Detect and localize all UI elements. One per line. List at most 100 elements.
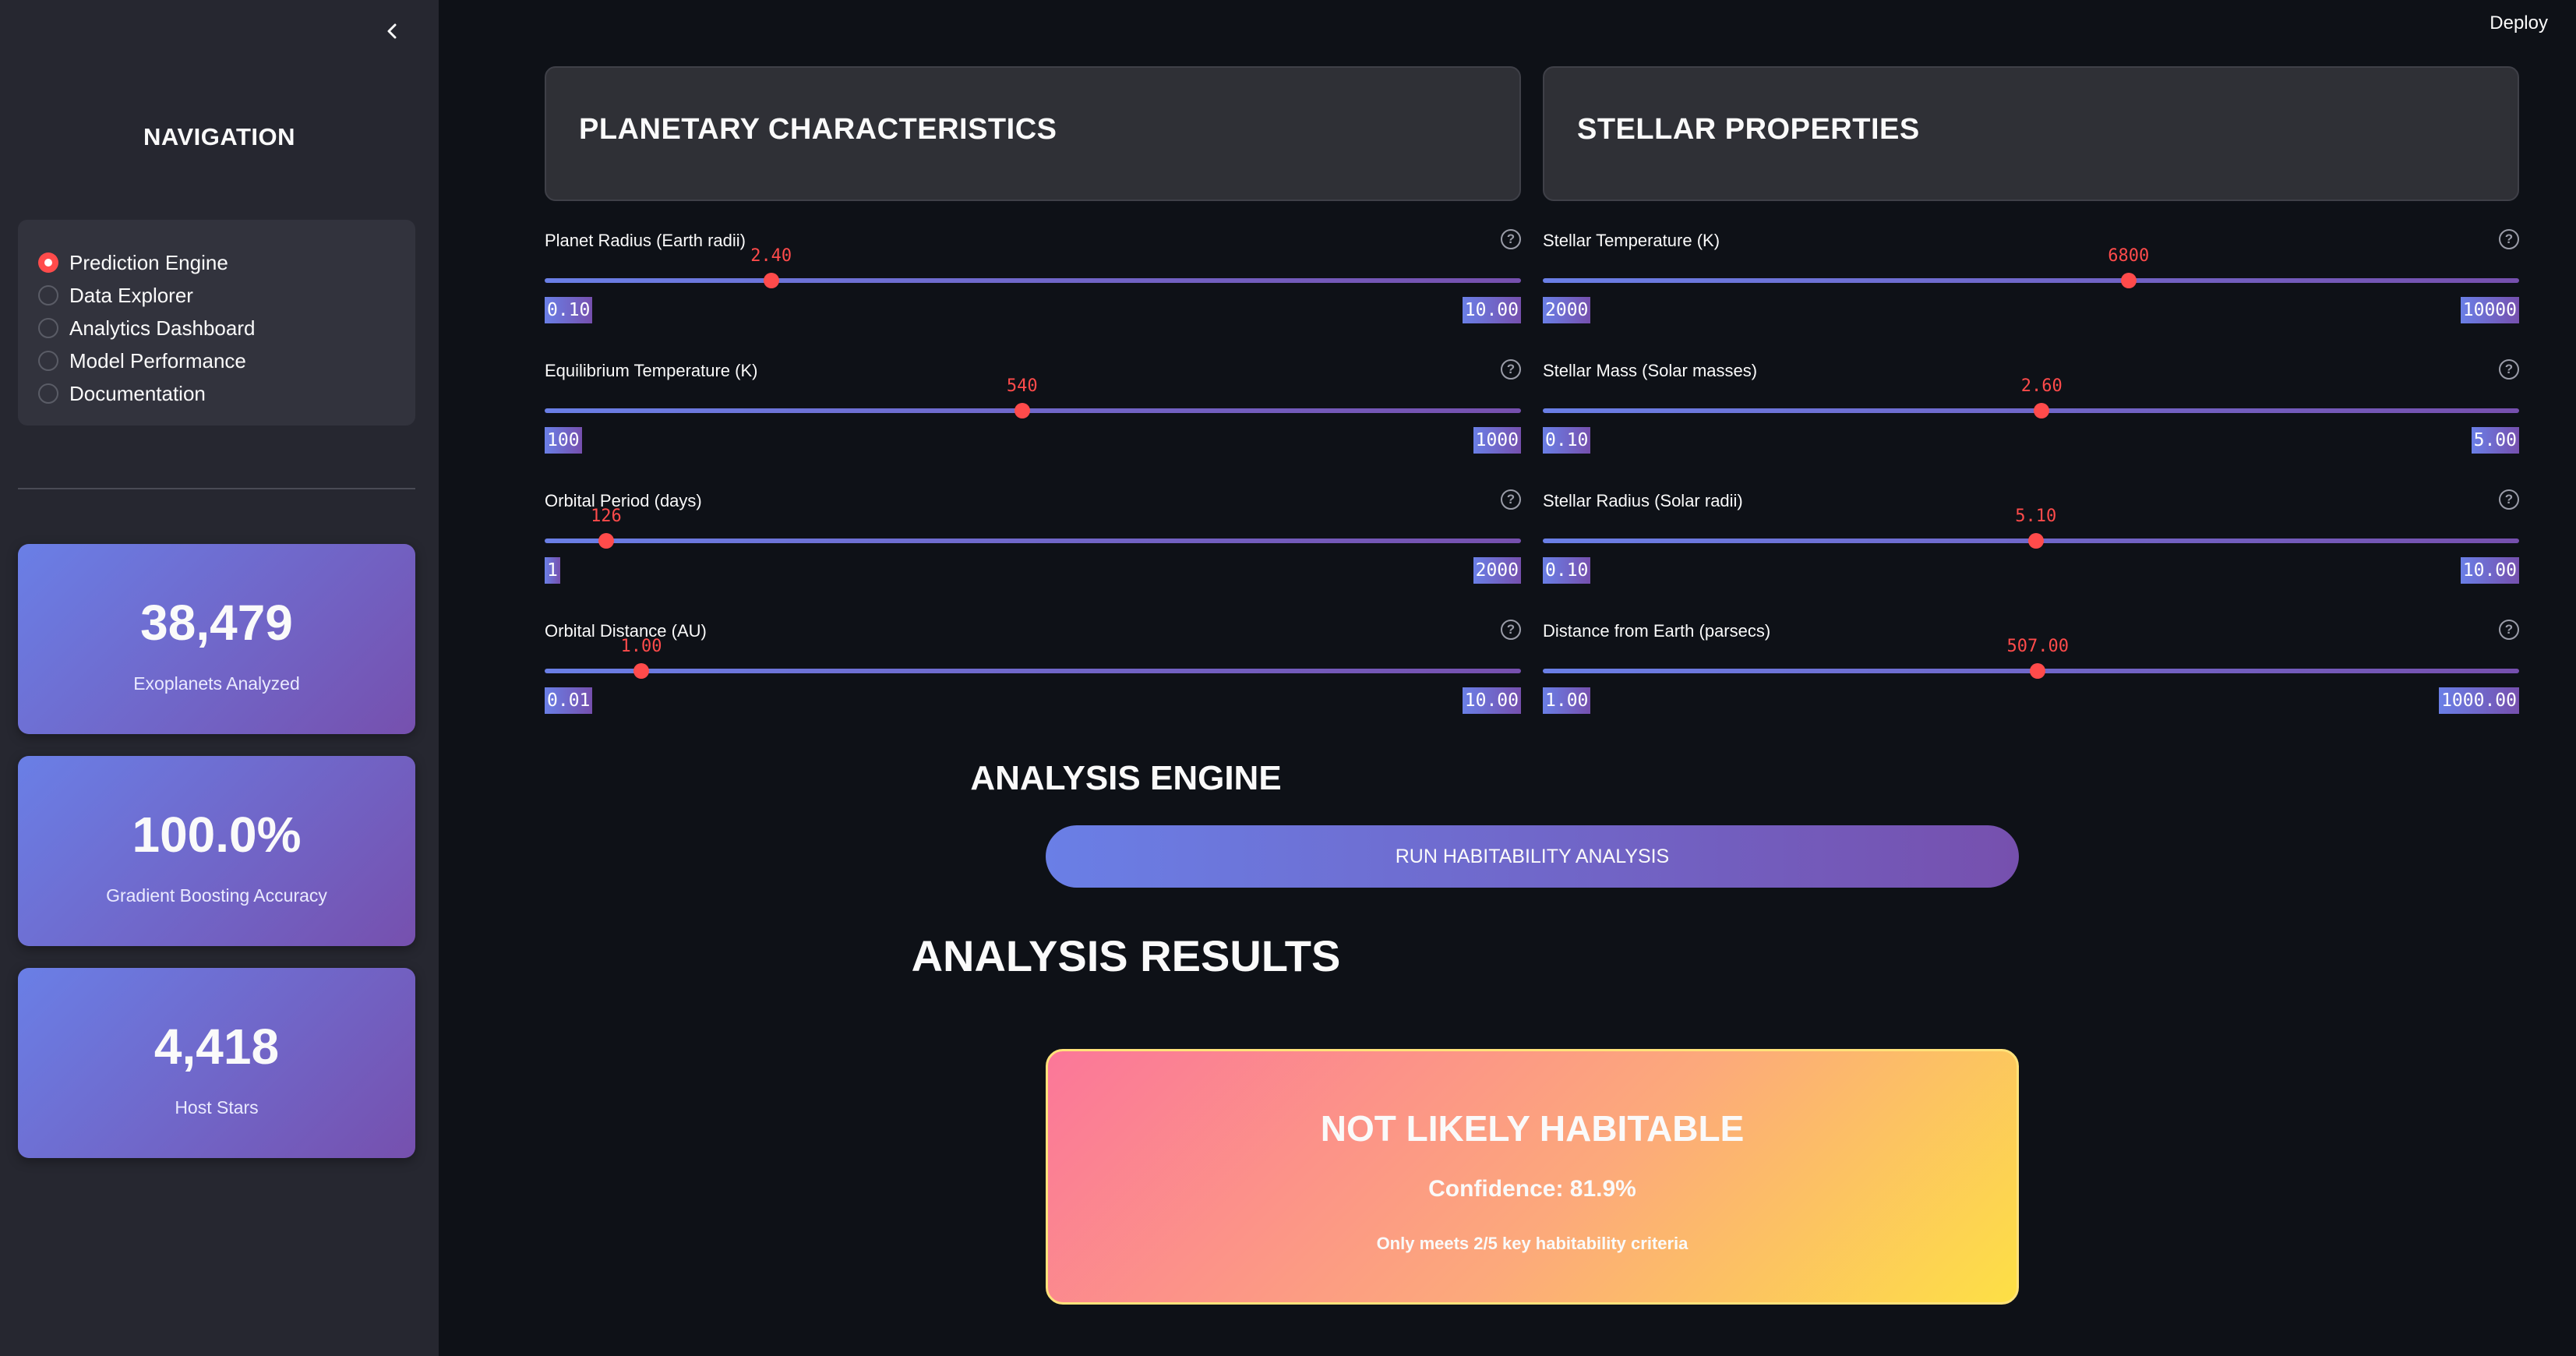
stat-value: 4,418 — [154, 1019, 280, 1075]
analysis-results-title: ANALYSIS RESULTS — [911, 931, 1341, 980]
nav-item-label: Prediction Engine — [69, 250, 228, 274]
stat-label: Gradient Boosting Accuracy — [106, 885, 327, 906]
slider-orbital-distance[interactable]: Orbital Distance (AU) ? 1.00 0.01 10.00 — [545, 620, 1521, 746]
section-title: STELLAR PROPERTIES — [1577, 113, 1920, 146]
slider-thumb[interactable] — [1014, 403, 1030, 418]
slider-track[interactable] — [1543, 278, 2519, 283]
collapse-sidebar-button[interactable] — [377, 16, 408, 47]
criteria-text: Only meets 2/5 key habitability criteria — [1376, 1234, 1689, 1253]
help-icon[interactable]: ? — [1501, 489, 1521, 510]
slider-track[interactable] — [545, 408, 1521, 413]
slider-label: Stellar Mass (Solar masses) — [1543, 361, 1758, 380]
confidence-text: Confidence: 81.9% — [1428, 1176, 1636, 1202]
slider-value: 5.10 — [2015, 507, 2057, 526]
slider-value: 126 — [591, 507, 622, 526]
slider-label: Planet Radius (Earth radii) — [545, 231, 746, 250]
slider-value: 2.60 — [2020, 376, 2063, 396]
slider-max: 1000 — [1473, 427, 1521, 454]
nav-item-model-performance[interactable]: Model Performance — [38, 344, 415, 377]
slider-max: 10000 — [2460, 297, 2519, 323]
radio-unselected[interactable] — [38, 318, 58, 338]
radio-unselected[interactable] — [38, 285, 58, 305]
slider-max: 10.00 — [1462, 687, 1521, 714]
slider-max: 10.00 — [1462, 297, 1521, 323]
help-icon[interactable]: ? — [1501, 620, 1521, 640]
help-icon[interactable]: ? — [2499, 359, 2519, 380]
slider-distance-from-earth[interactable]: Distance from Earth (parsecs) ? 507.00 1… — [1543, 620, 2519, 746]
section-card-stellar: STELLAR PROPERTIES — [1543, 66, 2519, 201]
slider-min: 0.10 — [1543, 427, 1591, 454]
stat-label: Exoplanets Analyzed — [133, 673, 300, 694]
section-title: PLANETARY CHARACTERISTICS — [579, 113, 1057, 146]
nav-item-analytics-dashboard[interactable]: Analytics Dashboard — [38, 312, 415, 344]
help-icon[interactable]: ? — [2499, 229, 2519, 249]
slider-max: 10.00 — [2460, 557, 2519, 584]
slider-label: Distance from Earth (parsecs) — [1543, 621, 1771, 641]
habitability-verdict: NOT LIKELY HABITABLE — [1320, 1108, 1745, 1149]
slider-max: 5.00 — [2471, 427, 2519, 454]
slider-min: 1 — [545, 557, 560, 584]
deploy-button[interactable]: Deploy — [2490, 12, 2548, 34]
stat-card-exoplanets: 38,479 Exoplanets Analyzed — [18, 544, 415, 734]
slider-equilibrium-temperature[interactable]: Equilibrium Temperature (K) ? 540 100 10… — [545, 359, 1521, 486]
stat-label: Host Stars — [175, 1097, 259, 1118]
slider-max: 2000 — [1473, 557, 1521, 584]
help-icon[interactable]: ? — [2499, 620, 2519, 640]
slider-thumb[interactable] — [2120, 273, 2137, 288]
help-icon[interactable]: ? — [1501, 359, 1521, 380]
stat-value: 100.0% — [132, 807, 302, 863]
slider-stellar-mass[interactable]: Stellar Mass (Solar masses) ? 2.60 0.10 … — [1543, 359, 2519, 486]
slider-min: 0.01 — [545, 687, 593, 714]
slider-value: 2.40 — [750, 246, 792, 266]
slider-min: 2000 — [1543, 297, 1591, 323]
nav-item-label: Data Explorer — [69, 283, 193, 307]
slider-value: 540 — [1006, 376, 1038, 396]
slider-track[interactable] — [545, 669, 1521, 673]
slider-thumb[interactable] — [633, 663, 650, 679]
slider-min: 1.00 — [1543, 687, 1591, 714]
slider-max: 1000.00 — [2439, 687, 2519, 714]
run-analysis-button[interactable]: RUN HABITABILITY ANALYSIS — [1046, 825, 2019, 888]
slider-value: 507.00 — [2006, 637, 2070, 656]
radio-unselected[interactable] — [38, 351, 58, 371]
slider-orbital-period[interactable]: Orbital Period (days) ? 126 1 2000 — [545, 489, 1521, 616]
nav-item-prediction-engine[interactable]: Prediction Engine — [38, 246, 415, 279]
chevron-left-icon — [387, 23, 397, 39]
radio-selected[interactable] — [38, 252, 58, 273]
slider-thumb[interactable] — [2034, 403, 2050, 418]
slider-value: 1.00 — [620, 637, 662, 656]
nav-radio-group: Prediction Engine Data Explorer Analytic… — [18, 220, 415, 426]
slider-min: 0.10 — [545, 297, 593, 323]
slider-label: Orbital Period (days) — [545, 491, 702, 510]
help-icon[interactable]: ? — [1501, 229, 1521, 249]
slider-stellar-temperature[interactable]: Stellar Temperature (K) ? 6800 2000 1000… — [1543, 229, 2519, 355]
result-card: NOT LIKELY HABITABLE Confidence: 81.9% O… — [1046, 1049, 2019, 1305]
slider-track[interactable] — [545, 278, 1521, 283]
sidebar-divider — [18, 488, 415, 489]
slider-thumb[interactable] — [598, 533, 614, 549]
sidebar: NAVIGATION Prediction Engine Data Explor… — [0, 0, 439, 1356]
slider-stellar-radius[interactable]: Stellar Radius (Solar radii) ? 5.10 0.10… — [1543, 489, 2519, 616]
radio-unselected[interactable] — [38, 383, 58, 404]
slider-thumb[interactable] — [2030, 663, 2046, 679]
slider-track[interactable] — [1543, 408, 2519, 413]
stat-value: 38,479 — [140, 595, 293, 651]
slider-min: 0.10 — [1543, 557, 1591, 584]
nav-title: NAVIGATION — [143, 123, 295, 150]
stat-card-accuracy: 100.0% Gradient Boosting Accuracy — [18, 756, 415, 946]
slider-label: Equilibrium Temperature (K) — [545, 361, 758, 380]
nav-item-data-explorer[interactable]: Data Explorer — [38, 279, 415, 312]
slider-track[interactable] — [545, 539, 1521, 543]
slider-value: 6800 — [2108, 246, 2150, 266]
slider-planet-radius[interactable]: Planet Radius (Earth radii) ? 2.40 0.10 … — [545, 229, 1521, 355]
nav-item-label: Analytics Dashboard — [69, 316, 256, 340]
analysis-engine-title: ANALYSIS ENGINE — [970, 759, 1282, 797]
slider-thumb[interactable] — [2027, 533, 2044, 549]
section-card-planetary: PLANETARY CHARACTERISTICS — [545, 66, 1521, 201]
nav-item-label: Model Performance — [69, 348, 246, 373]
slider-thumb[interactable] — [763, 273, 779, 288]
help-icon[interactable]: ? — [2499, 489, 2519, 510]
stat-card-host-stars: 4,418 Host Stars — [18, 968, 415, 1158]
slider-label: Stellar Temperature (K) — [1543, 231, 1720, 250]
nav-item-documentation[interactable]: Documentation — [38, 377, 415, 410]
